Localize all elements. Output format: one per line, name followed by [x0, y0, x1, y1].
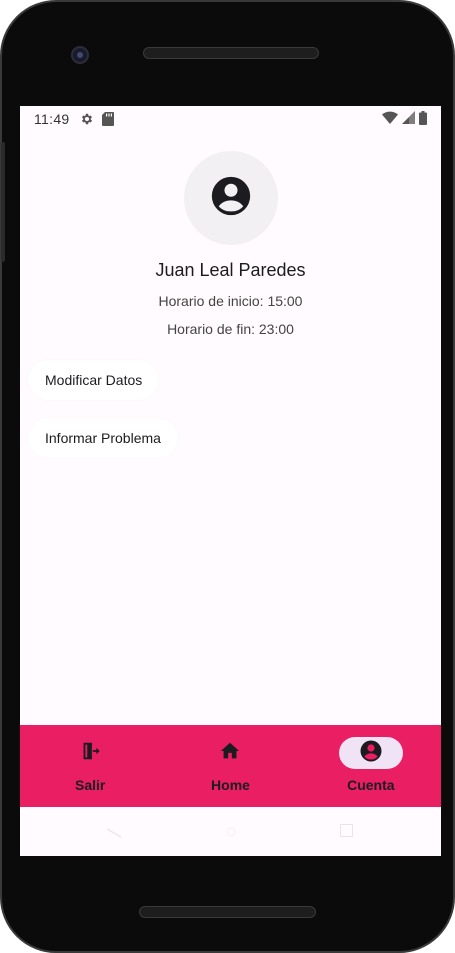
nav-item-home[interactable]: Home [160, 725, 300, 807]
end-time-text: Horario de fin: 23:00 [167, 321, 294, 337]
nav-pill [58, 737, 122, 769]
status-time: 11:49 [34, 111, 70, 127]
screen: 11:49 Juan Leal Paredes Horario de inici… [20, 106, 441, 856]
signal-icon [402, 111, 415, 127]
gear-icon [80, 112, 94, 126]
report-problem-button[interactable]: Informar Problema [28, 418, 178, 458]
avatar [184, 151, 278, 245]
status-right-group [382, 110, 427, 128]
bottom-navigation: Salir Home Cuenta [20, 725, 441, 807]
phone-frame: 11:49 Juan Leal Paredes Horario de inici… [0, 0, 455, 953]
account-circle-icon [359, 739, 383, 768]
sd-card-icon [101, 112, 114, 126]
nav-item-cuenta[interactable]: Cuenta [301, 725, 441, 807]
wifi-icon [382, 111, 398, 127]
bottom-speaker [139, 906, 316, 918]
earpiece-speaker [143, 47, 319, 59]
front-camera [71, 46, 89, 64]
back-icon[interactable] [106, 825, 122, 838]
battery-icon [419, 110, 427, 128]
nav-pill [198, 737, 262, 769]
account-circle-icon [208, 173, 254, 224]
system-navigation-bar [20, 807, 441, 856]
nav-pill-active [338, 737, 403, 769]
nav-label: Salir [74, 777, 106, 793]
side-button [1, 142, 5, 262]
nav-label: Home [211, 777, 250, 793]
home-icon [219, 740, 241, 767]
logout-icon [79, 740, 101, 767]
nav-label: Cuenta [347, 777, 395, 793]
start-time-text: Horario de inicio: 15:00 [158, 293, 303, 309]
status-bar: 11:49 [20, 106, 441, 132]
recent-apps-icon[interactable] [340, 824, 353, 837]
profile-name: Juan Leal Paredes [155, 260, 306, 280]
home-circle-icon[interactable] [226, 824, 236, 837]
nav-item-salir[interactable]: Salir [20, 725, 160, 807]
modify-data-button[interactable]: Modificar Datos [28, 360, 160, 400]
